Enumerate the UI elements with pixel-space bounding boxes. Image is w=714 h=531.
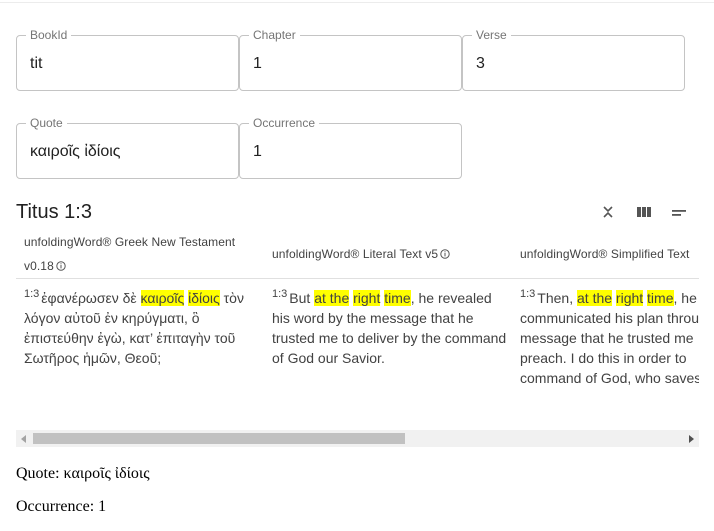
reference-title: Titus 1:3	[16, 201, 92, 223]
verse-segment: Then,	[537, 290, 577, 306]
text-align-icon[interactable]	[670, 203, 688, 221]
bookid-value[interactable]: tit	[30, 54, 42, 74]
verse-line: 1:3 But at the right time, he revealed	[272, 288, 506, 308]
occurrence-field[interactable]: Occurrence 1	[239, 116, 462, 179]
verse-line: command of God, who saves	[520, 368, 699, 388]
highlighted-word: καιροῖς	[140, 290, 185, 306]
scrollbar-thumb[interactable]	[33, 433, 405, 444]
verse-segment: message that he trusted me	[520, 330, 694, 346]
bookid-field[interactable]: BookId tit	[16, 28, 239, 91]
verse-text: 1:3 ἐφανέρωσεν δὲ καιροῖς ἰδίοις τὸν λόγον…	[24, 288, 244, 368]
verse-segment: λόγον αὐτοῦ ἐν κηρύγματι, ὃ	[24, 310, 200, 326]
highlighted-word: ἰδίοις	[188, 290, 220, 306]
verse-value[interactable]: 3	[476, 54, 485, 74]
verse-line: trusted me to deliver by the command	[272, 328, 506, 348]
column-greek: unfoldingWord® Greek New Testament v0.18…	[16, 226, 264, 426]
verse-segment: ἐφανέρωσεν δὲ	[41, 290, 141, 306]
scroll-right-arrow-icon[interactable]	[689, 435, 694, 443]
verse-line: λόγον αὐτοῦ ἐν κηρύγματι, ὃ	[24, 308, 244, 328]
quote-output: Quote: καιροῖς ἰδίοις	[16, 465, 150, 482]
highlighted-word: right	[353, 290, 381, 306]
verse-field[interactable]: Verse 3	[462, 28, 685, 91]
highlighted-word: at the	[314, 290, 350, 306]
highlighted-word: at the	[577, 290, 613, 306]
verse-segment: preach. I do this in order to	[520, 350, 687, 366]
verse-number: 1:3	[520, 288, 536, 300]
bookid-label: BookId	[26, 28, 72, 42]
column-literal: unfoldingWord® Literal Text v5 1:3 But at…	[264, 226, 512, 426]
info-icon[interactable]	[56, 255, 66, 279]
occurrence-label: Occurrence	[249, 116, 320, 130]
verse-segment: , he revealed	[410, 290, 492, 306]
chapter-label: Chapter	[249, 28, 300, 42]
column-title: unfoldingWord® Literal Text v5	[272, 247, 439, 261]
verse-segment: trusted me to deliver by the command	[272, 330, 507, 346]
verse-line: of God our Savior.	[272, 348, 506, 368]
quote-label: Quote	[26, 116, 67, 130]
chapter-field[interactable]: Chapter 1	[239, 28, 462, 91]
verse-label: Verse	[472, 28, 511, 42]
verse-segment: communicated his plan through	[520, 310, 699, 326]
scripture-table: unfoldingWord® Greek New Testament v0.18…	[16, 226, 699, 428]
quote-value[interactable]: καιροῖς ἰδίοις	[30, 142, 121, 162]
column-simplified: unfoldingWord® Simplified Text 1:3 Then, …	[512, 226, 699, 426]
verse-line: preach. I do this in order to	[520, 348, 699, 368]
chapter-value[interactable]: 1	[253, 54, 262, 74]
scroll-left-arrow-icon[interactable]	[21, 435, 26, 443]
verse-text: 1:3 But at the right time, he revealed his…	[272, 288, 506, 368]
verse-segment: of God our Savior.	[272, 350, 385, 366]
horizontal-scrollbar[interactable]	[16, 430, 699, 447]
column-header: unfoldingWord® Simplified Text	[520, 242, 689, 266]
columns-icon[interactable]	[635, 203, 653, 221]
top-divider	[0, 2, 714, 3]
column-header: unfoldingWord® Greek New Testament v0.18	[24, 230, 235, 279]
occurrence-value[interactable]: 1	[253, 142, 262, 162]
info-icon[interactable]	[440, 243, 450, 267]
column-version: v0.18	[24, 259, 54, 273]
verse-number: 1:3	[272, 288, 288, 300]
verse-segment: , he	[673, 290, 697, 306]
highlighted-word: time	[647, 290, 674, 306]
quote-field[interactable]: Quote καιροῖς ἰδίοις	[16, 116, 239, 179]
verse-segment: τὸν	[219, 290, 244, 306]
verse-line: message that he trusted me	[520, 328, 699, 348]
header-divider	[16, 278, 699, 279]
verse-segment: ἐπιστεύθην ἐγὼ, κατ’ ἐπιταγὴν τοῦ	[24, 330, 236, 346]
column-title: unfoldingWord® Greek New Testament	[24, 235, 236, 249]
verse-segment: command of God, who saves	[520, 370, 699, 386]
highlighted-word: right	[615, 290, 644, 306]
verse-number: 1:3	[24, 288, 40, 300]
column-title: unfoldingWord® Simplified Text	[520, 247, 690, 261]
verse-line: his word by the message that he	[272, 308, 506, 328]
occurrence-output: Occurrence: 1	[16, 498, 107, 515]
verse-segment: his word by the message that he	[272, 310, 474, 326]
verse-line: ἐπιστεύθην ἐγὼ, κατ’ ἐπιταγὴν τοῦ	[24, 328, 244, 348]
verse-text: 1:3 Then, at the right time, he communicat…	[520, 288, 699, 388]
verse-line: 1:3 Then, at the right time, he	[520, 288, 699, 308]
verse-segment: Σωτῆρος ἡμῶν, Θεοῦ;	[24, 350, 162, 366]
verse-line: Σωτῆρος ἡμῶν, Θεοῦ;	[24, 348, 244, 368]
verse-line: communicated his plan through	[520, 308, 699, 328]
verse-segment: But	[289, 290, 315, 306]
collapse-icon[interactable]	[599, 203, 617, 221]
column-header: unfoldingWord® Literal Text v5	[272, 242, 450, 267]
highlighted-word: time	[384, 290, 411, 306]
verse-line: 1:3 ἐφανέρωσεν δὲ καιροῖς ἰδίοις τὸν	[24, 288, 244, 308]
